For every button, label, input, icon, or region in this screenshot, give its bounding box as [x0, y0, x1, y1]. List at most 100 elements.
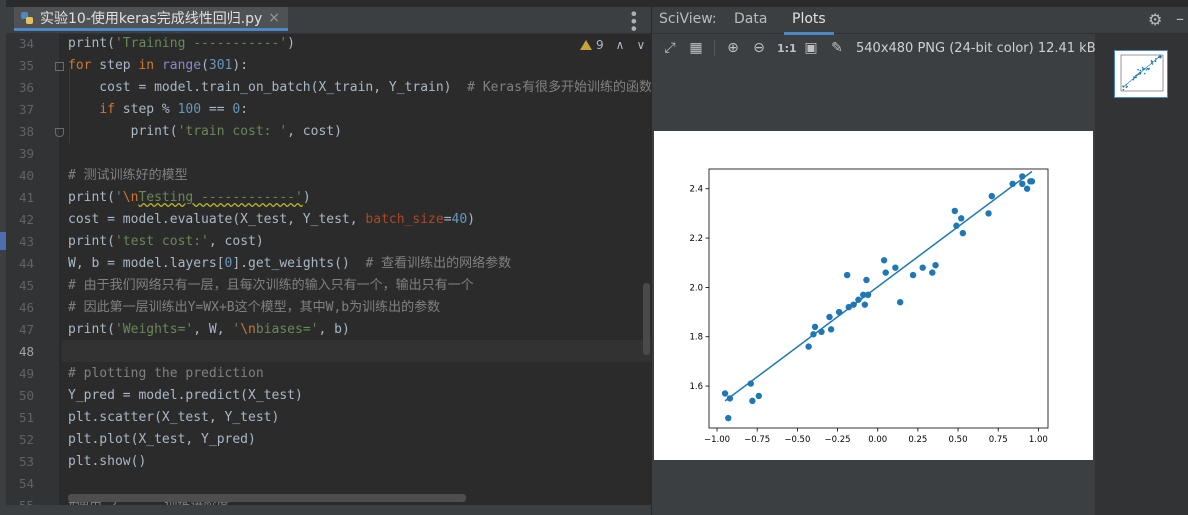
code-token: print( [68, 234, 115, 249]
scatter-point [1023, 185, 1031, 192]
code-line[interactable]: print('\nTesting ------------') [68, 187, 311, 209]
actual-size-icon[interactable]: 1:1 [777, 42, 797, 55]
code-token: , cost) [287, 124, 342, 139]
code-token: # 查看训练出的网络参数 [365, 256, 512, 271]
code-line[interactable]: print('Weights=', W, '\nbiases=', b) [68, 319, 350, 341]
scatter-point [1028, 178, 1036, 185]
code-token: step % [114, 102, 178, 117]
background-icon[interactable]: ▣ [803, 40, 819, 56]
code-token: print( [68, 322, 115, 337]
scatter-point [827, 326, 835, 333]
code-token: 'test cost:' [114, 234, 209, 249]
sciview-header: SciView: Data Plots ⚙ – [652, 7, 1188, 35]
code-token: Y_pred = model.predict(X_test) [68, 388, 303, 403]
fold-marker-icon[interactable] [55, 128, 64, 137]
y-tick-label: 2.2 [689, 234, 703, 244]
code-line[interactable]: plt.plot(X_test, Y_pred) [68, 429, 256, 451]
code-token: 'Weights=' [114, 322, 194, 337]
fold-marker-icon[interactable] [55, 62, 64, 71]
code-token: step [91, 58, 139, 73]
scatter-plot: −1.00 −0.75 −0.50 −0.25 0.00 0.25 0.50 0.75 1.00… [689, 168, 1049, 445]
code-line[interactable]: Y_pred = model.predict(X_test) [68, 385, 303, 407]
line-number: 48 [18, 344, 34, 359]
horizontal-scrollbar[interactable] [68, 494, 466, 502]
close-tab-icon[interactable]: × [268, 10, 280, 26]
scatter-point [861, 301, 869, 308]
code-line[interactable]: print('test cost:', cost) [68, 231, 264, 253]
plot-canvas[interactable]: −1.00 −0.75 −0.50 −0.25 0.00 0.25 0.50 0.75 1.00… [654, 131, 1093, 460]
editor-tab[interactable]: 实验10-使用keras完成线性回归.py × [14, 7, 288, 31]
code-line[interactable]: plt.show() [68, 451, 146, 473]
image-info: 540x480 PNG (24-bit color) 12.41 kB [856, 41, 1096, 56]
gear-icon[interactable]: ⚙ [1148, 10, 1162, 29]
code-line[interactable]: plt.scatter(X_test, Y_test) [68, 407, 279, 429]
scatter-point [863, 276, 870, 284]
scatter-point [985, 210, 992, 217]
scatter-point [1137, 68, 1139, 71]
code-line[interactable]: if step % 100 == 0: [68, 99, 248, 121]
code-line[interactable]: print('Training -----------') [68, 33, 295, 55]
zoom-in-icon[interactable]: ⊕ [725, 40, 741, 56]
fit-to-window-icon[interactable]: ⤢ [662, 40, 678, 56]
inspection-count: 9 [596, 38, 604, 52]
tab-plots[interactable]: Plots [784, 11, 834, 35]
scatter-point [843, 271, 851, 279]
code-token: , W, [193, 322, 233, 337]
code-line[interactable]: # 由于我们网络只有一层，且每次训练的输入只有一个，输出只有一个 [68, 275, 474, 297]
scatter-point [1126, 85, 1128, 88]
code-token: Testing ------------' [138, 190, 303, 205]
scatter-point [929, 269, 936, 276]
code-token: plt.plot(X_test, Y_pred) [68, 432, 256, 447]
code-line[interactable]: # 测试训练好的模型 [68, 165, 188, 187]
zoom-out-icon[interactable]: ⊖ [751, 40, 767, 56]
code-token: if [99, 102, 115, 117]
plot-thumbnail[interactable] [1114, 50, 1168, 98]
code-token: plt.show() [68, 454, 147, 469]
scatter-point [721, 390, 729, 397]
code-token: ) [287, 36, 295, 51]
code-token: print( [68, 36, 115, 51]
y-tick-label: 1.6 [689, 382, 703, 392]
code-token: # 测试训练好的模型 [68, 168, 188, 183]
scatter-point [826, 313, 833, 321]
tab-data[interactable]: Data [734, 11, 767, 27]
code-token: print( [68, 190, 115, 205]
scatter-point [988, 192, 995, 200]
code-token: # 因此第一层训练出Y=WX+B这个模型，其中W,b为训练出的参数 [68, 300, 441, 315]
code-token: 40 [451, 212, 468, 227]
code-token: ) [467, 212, 476, 227]
hide-panel-icon[interactable]: – [1176, 9, 1184, 28]
inspection-widget[interactable]: 9 ∧ ∨ [580, 38, 645, 52]
code-token: : [240, 102, 249, 117]
vertical-scrollbar[interactable] [643, 283, 650, 355]
code-line[interactable]: # 因此第一层训练出Y=WX+B这个模型，其中W,b为训练出的参数 [68, 297, 440, 319]
code-line[interactable]: for step in range(301): [68, 55, 248, 77]
code-line[interactable]: cost = model.evaluate(X_test, Y_test, ba… [68, 209, 475, 231]
line-number: 47 [18, 322, 34, 337]
more-options-icon[interactable]: ••• [624, 9, 643, 31]
code-token: # 由于我们网络只有一层，且每次训练的输入只有一个，输出只有一个 [68, 278, 474, 293]
code-token: ): [232, 58, 249, 73]
scatter-point [958, 215, 965, 222]
x-tick-label: 0.00 [868, 435, 887, 445]
grid-icon[interactable]: ▦ [688, 40, 704, 56]
code-line[interactable]: print('train cost: ', cost) [68, 121, 342, 143]
line-number-gutter: 34 35 36 37 38 39 40 41 42 43 44 45 46 47 48 49 50 51 52 53… [6, 33, 59, 515]
current-line-highlight [62, 340, 651, 362]
editor-tab-bar: 实验10-使用keras完成线性回归.py × ••• [6, 7, 651, 34]
line-number: 50 [18, 388, 34, 403]
code-token: \n [122, 190, 139, 205]
scatter-point [909, 271, 917, 279]
code-line[interactable]: cost = model.train_on_batch(X_train, Y_t… [68, 77, 651, 99]
next-highlight-icon[interactable]: ∨ [636, 38, 645, 52]
editor-bottom-strip [6, 505, 651, 515]
code-token: # Keras有很多开始训练的函数 [467, 80, 651, 95]
previous-highlight-icon[interactable]: ∧ [616, 38, 625, 52]
code-editor[interactable]: print('Training -----------') for step in… [62, 33, 651, 515]
code-line[interactable]: W, b = model.layers[0].get_weights() # 查… [68, 253, 511, 275]
indent-guide [69, 67, 70, 143]
code-line[interactable]: # plotting the prediction [68, 363, 264, 385]
color-picker-icon[interactable]: ✎ [829, 40, 845, 56]
line-number: 35 [18, 58, 34, 73]
code-token: 'train cost: ' [177, 124, 288, 139]
